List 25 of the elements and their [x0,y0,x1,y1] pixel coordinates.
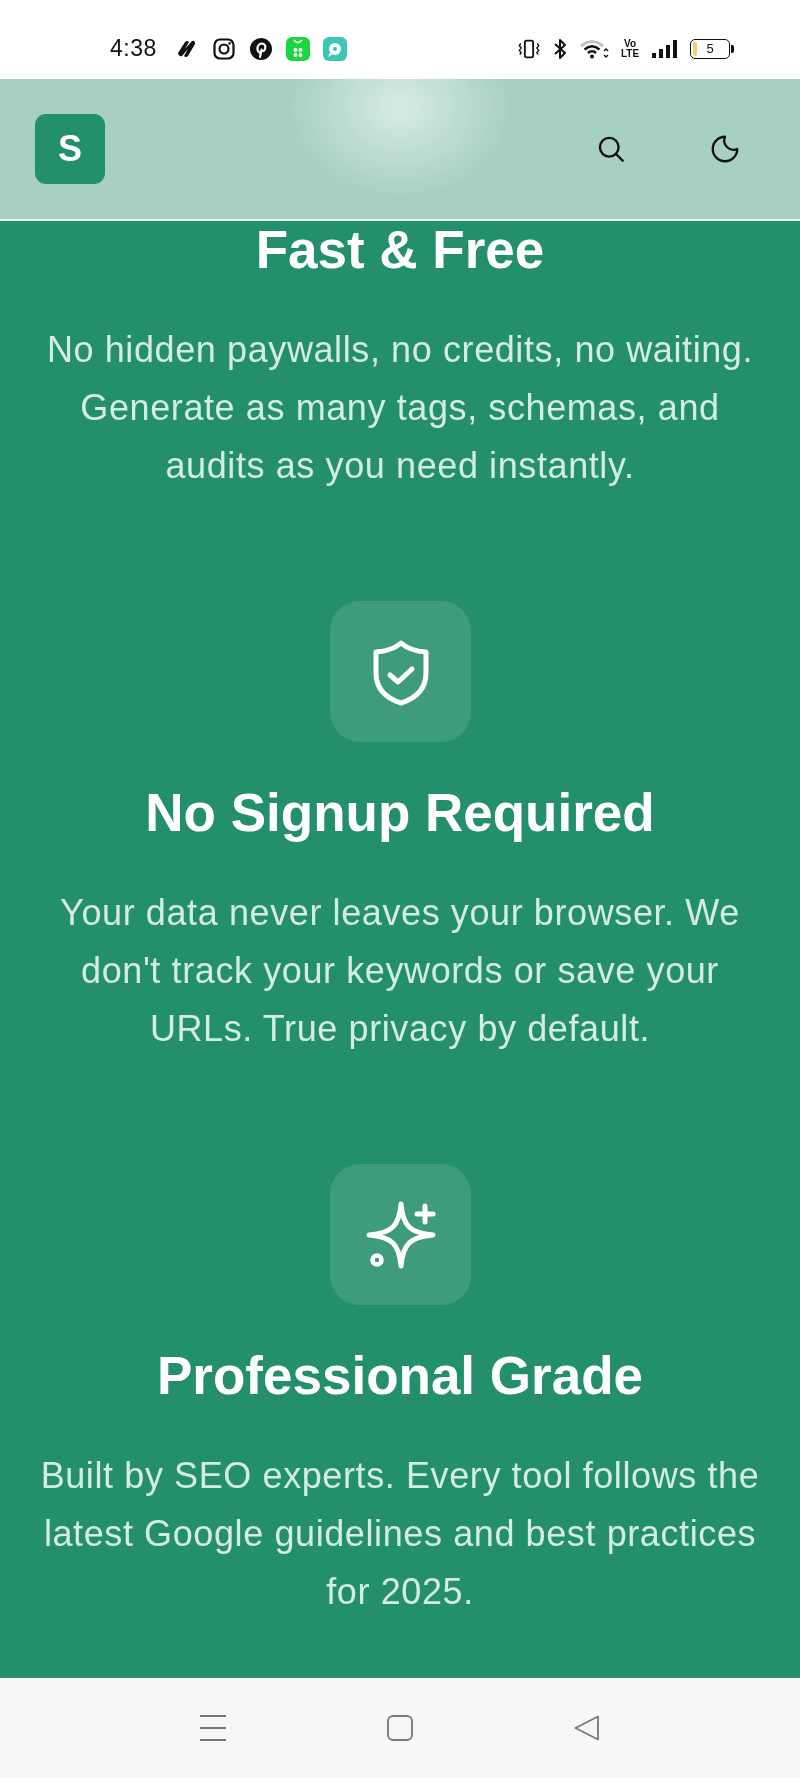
status-time: 4:38 [110,35,157,62]
shield-check-icon [329,601,471,742]
battery-text: 5 [706,41,714,56]
logo-button[interactable]: S [35,114,105,184]
volte-label: Vo LTE [620,38,640,59]
feature-description: Your data never leaves your browser. We don't track your keywords or save your URLs. True privacy by default. [59,891,741,1051]
feature-title: Fast & Free [255,221,545,279]
square-icon [387,1715,413,1741]
moon-icon [711,135,739,163]
sparkles-icon [329,1164,471,1305]
feature-title: Professional Grade [157,1347,643,1405]
store-app-icon [285,36,310,61]
pin-app-icon [248,36,273,61]
back-button[interactable] [574,1715,600,1741]
feature-description: No hidden paywalls, no credits, no waiting. Generate as many tags, schemas, and audits as you need instantly. [45,328,755,488]
bluetooth-icon [552,36,568,61]
home-button[interactable] [387,1715,413,1741]
chat-app-icon [322,36,347,61]
back-triangle-icon [574,1715,600,1741]
search-icon [597,135,625,163]
camera-app-icon [211,36,236,61]
menu-button[interactable] [200,1715,226,1741]
feature-title: No Signup Required [145,784,655,842]
menu-icon [200,1715,226,1741]
feature-description: Built by SEO experts. Every tool follows the latest Google guidelines and best practices for 2025. [39,1454,761,1614]
